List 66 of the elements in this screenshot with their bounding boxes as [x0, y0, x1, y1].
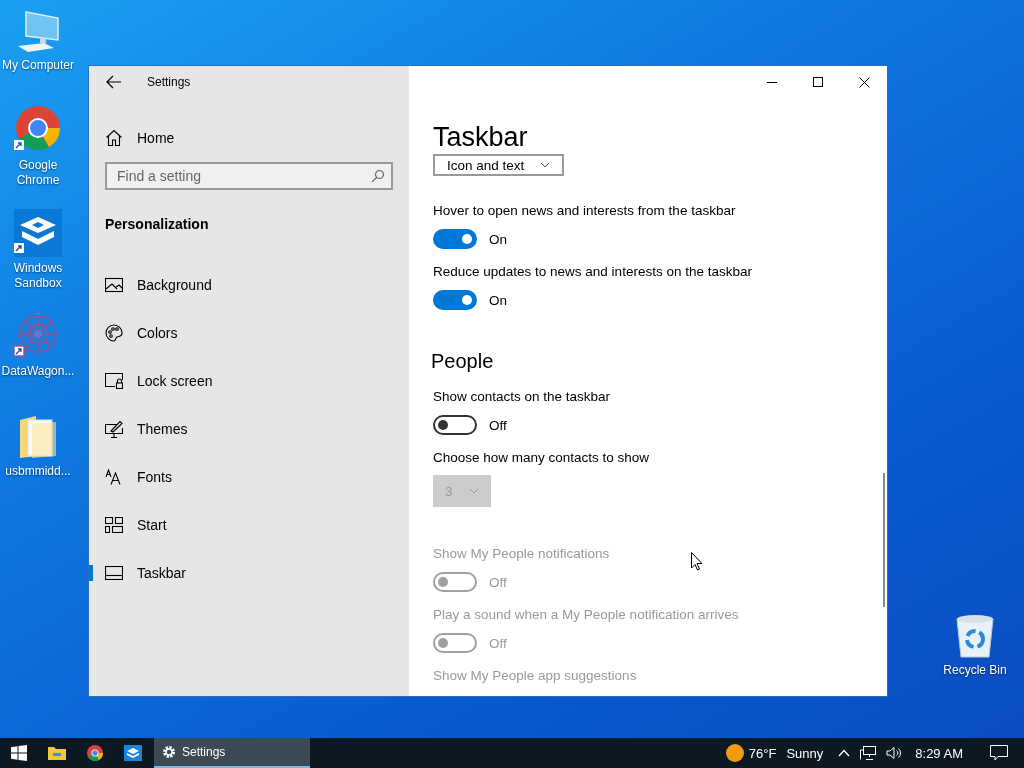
chevron-up-icon[interactable] [838, 749, 851, 757]
chrome-icon [87, 745, 103, 761]
scrollbar[interactable] [883, 473, 885, 607]
back-button[interactable] [105, 73, 123, 91]
nav-item[interactable]: Lock screen [137, 373, 213, 389]
sandbox-icon [124, 745, 142, 761]
toggle-state: Off [489, 635, 507, 651]
taskbar-app-button[interactable]: Settings [154, 738, 310, 768]
setting-label: Hover to open news and interests from the taskbar [433, 202, 736, 220]
setting-label: Reduce updates to news and interests on the taskbar [433, 263, 752, 281]
folder-icon [18, 414, 58, 460]
setting-label: Play a sound when a My People notification arrives [433, 606, 739, 624]
page-title: Taskbar [433, 121, 529, 154]
nav-item[interactable]: Themes [137, 421, 188, 437]
toggle-state: Off [489, 574, 507, 590]
chevron-down-icon [540, 162, 551, 168]
search-field[interactable]: Find a setting [105, 162, 393, 190]
clock[interactable]: 8:29 AM [915, 745, 963, 761]
picture-icon [105, 277, 123, 293]
chevron-down-icon [468, 488, 479, 494]
palette-icon [105, 324, 123, 342]
font-size-icon [105, 469, 123, 485]
notification-icon[interactable] [990, 745, 1008, 761]
toggle-state: On [489, 231, 507, 247]
lock-screen-icon [105, 373, 123, 389]
toggle-state: On [489, 292, 507, 308]
desktop-icon-label[interactable]: DataWagon... [1, 364, 75, 379]
nav-item[interactable]: Background [137, 277, 212, 293]
section-title: Personalization [105, 216, 210, 232]
toggle-switch[interactable] [433, 229, 477, 249]
setting-label: Show My People notifications [433, 545, 610, 563]
recycle-bin-icon [953, 613, 997, 659]
toggle-switch[interactable] [433, 415, 477, 435]
folder-icon [48, 745, 66, 761]
close-icon [858, 76, 870, 88]
toggle-switch[interactable] [433, 290, 477, 310]
toggle-state: Off [489, 417, 507, 433]
sandbox-icon [14, 209, 62, 257]
gear-icon [162, 745, 176, 759]
desktop-icon-label[interactable]: Recycle Bin [943, 663, 1007, 678]
windows-logo-icon [11, 745, 27, 761]
weather-condition[interactable]: Sunny [786, 745, 824, 761]
brush-monitor-icon [105, 420, 123, 438]
home-link[interactable]: Home [137, 130, 175, 146]
dropdown[interactable]: Icon and text [433, 154, 565, 176]
window-title: Settings [147, 75, 191, 89]
temperature[interactable]: 76°F [748, 745, 777, 761]
network-icon[interactable] [860, 746, 877, 760]
desktop-icon-label[interactable]: usbmmidd... [5, 464, 71, 479]
nav-item[interactable]: Colors [137, 325, 178, 341]
nav-item[interactable]: Taskbar [137, 565, 187, 581]
nav-item[interactable]: Fonts [137, 469, 172, 485]
mouse-cursor [691, 552, 703, 571]
setting-label: Show contacts on the taskbar [433, 388, 611, 406]
speaker-icon[interactable] [886, 746, 903, 760]
setting-label: Choose how many contacts to show [433, 449, 650, 467]
desktop-icon-label[interactable]: Windows Sandbox [0, 261, 77, 291]
nav-item[interactable]: Start [137, 517, 167, 533]
home-icon [105, 129, 123, 147]
maximize-icon [813, 77, 823, 87]
sun-icon[interactable] [725, 744, 744, 762]
taskbar-icon [105, 566, 123, 580]
search-icon [371, 169, 385, 183]
tiles-icon [105, 517, 123, 533]
setting-label: Show My People app suggestions [433, 667, 637, 685]
section-heading: People [431, 349, 495, 374]
